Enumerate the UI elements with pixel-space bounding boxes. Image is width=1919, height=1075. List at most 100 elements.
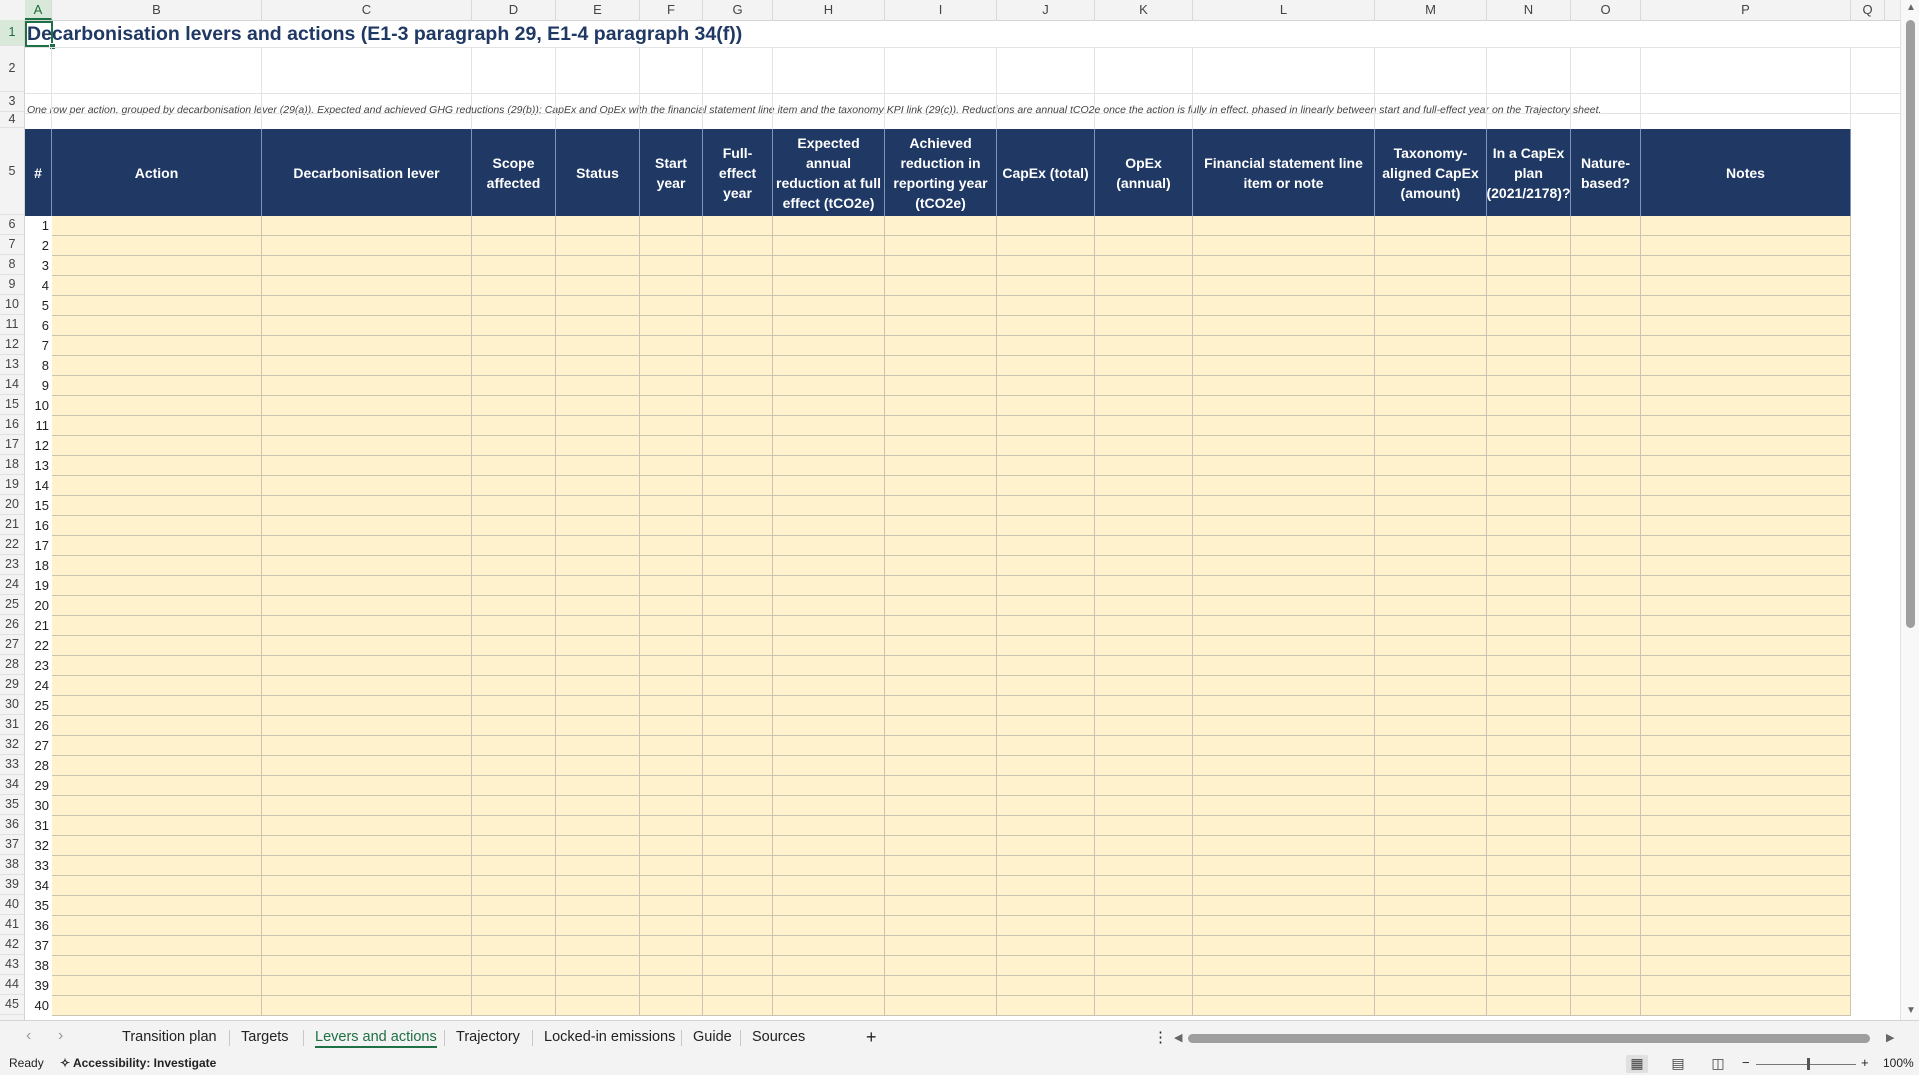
input-cell[interactable] xyxy=(640,756,703,776)
input-cell[interactable] xyxy=(52,356,262,376)
input-cell[interactable] xyxy=(773,936,885,956)
input-cell[interactable] xyxy=(1571,756,1641,776)
input-cell[interactable] xyxy=(472,856,556,876)
input-cell[interactable] xyxy=(1571,936,1641,956)
input-cell[interactable] xyxy=(1375,616,1487,636)
input-cell[interactable] xyxy=(1193,476,1375,496)
input-cell[interactable] xyxy=(1487,936,1571,956)
row-header[interactable]: 34 xyxy=(0,775,24,795)
input-cell[interactable] xyxy=(1193,796,1375,816)
input-cell[interactable] xyxy=(885,496,997,516)
input-cell[interactable] xyxy=(703,876,773,896)
input-cell[interactable] xyxy=(52,716,262,736)
input-cell[interactable] xyxy=(997,776,1095,796)
input-cell[interactable] xyxy=(640,796,703,816)
input-cell[interactable] xyxy=(52,536,262,556)
input-cell[interactable] xyxy=(262,216,472,236)
input-cell[interactable] xyxy=(472,456,556,476)
input-cell[interactable] xyxy=(1193,896,1375,916)
input-cell[interactable] xyxy=(472,776,556,796)
input-cell[interactable] xyxy=(1571,516,1641,536)
input-cell[interactable] xyxy=(262,476,472,496)
input-cell[interactable] xyxy=(640,936,703,956)
input-cell[interactable] xyxy=(885,316,997,336)
input-cell[interactable] xyxy=(1641,836,1851,856)
input-cell[interactable] xyxy=(556,896,640,916)
input-cell[interactable] xyxy=(472,556,556,576)
input-cell[interactable] xyxy=(640,356,703,376)
input-cell[interactable] xyxy=(703,836,773,856)
row-header[interactable]: 35 xyxy=(0,795,24,815)
input-cell[interactable] xyxy=(1193,816,1375,836)
input-cell[interactable] xyxy=(1487,636,1571,656)
input-cell[interactable] xyxy=(52,996,262,1016)
input-cell[interactable] xyxy=(1193,216,1375,236)
input-cell[interactable] xyxy=(556,716,640,736)
input-cell[interactable] xyxy=(52,456,262,476)
input-cell[interactable] xyxy=(640,276,703,296)
input-cell[interactable] xyxy=(1375,516,1487,536)
row-header[interactable]: 12 xyxy=(0,335,24,355)
input-cell[interactable] xyxy=(1641,596,1851,616)
input-cell[interactable] xyxy=(556,376,640,396)
input-cell[interactable] xyxy=(1095,416,1193,436)
input-cell[interactable] xyxy=(262,776,472,796)
input-cell[interactable] xyxy=(262,396,472,416)
input-cell[interactable] xyxy=(1095,496,1193,516)
tab-targets[interactable]: Targets xyxy=(231,1021,299,1054)
input-cell[interactable] xyxy=(262,996,472,1016)
input-cell[interactable] xyxy=(1487,536,1571,556)
input-cell[interactable] xyxy=(1641,356,1851,376)
input-cell[interactable] xyxy=(1095,996,1193,1016)
input-cell[interactable] xyxy=(1095,516,1193,536)
input-cell[interactable] xyxy=(556,516,640,536)
add-sheet-icon[interactable]: + xyxy=(856,1021,887,1054)
input-cell[interactable] xyxy=(472,396,556,416)
input-cell[interactable] xyxy=(703,236,773,256)
input-cell[interactable] xyxy=(640,656,703,676)
input-cell[interactable] xyxy=(640,896,703,916)
input-cell[interactable] xyxy=(640,236,703,256)
input-cell[interactable] xyxy=(1641,636,1851,656)
tab-sources[interactable]: Sources xyxy=(742,1021,815,1054)
input-cell[interactable] xyxy=(1095,916,1193,936)
input-cell[interactable] xyxy=(1193,256,1375,276)
input-cell[interactable] xyxy=(997,536,1095,556)
input-cell[interactable] xyxy=(1193,576,1375,596)
input-cell[interactable] xyxy=(640,956,703,976)
input-cell[interactable] xyxy=(472,296,556,316)
input-cell[interactable] xyxy=(997,236,1095,256)
input-cell[interactable] xyxy=(640,596,703,616)
input-cell[interactable] xyxy=(1095,236,1193,256)
input-cell[interactable] xyxy=(703,276,773,296)
input-cell[interactable] xyxy=(640,456,703,476)
input-cell[interactable] xyxy=(52,776,262,796)
input-cell[interactable] xyxy=(773,236,885,256)
input-cell[interactable] xyxy=(997,616,1095,636)
input-cell[interactable] xyxy=(885,756,997,776)
input-cell[interactable] xyxy=(262,236,472,256)
input-cell[interactable] xyxy=(52,676,262,696)
input-cell[interactable] xyxy=(885,796,997,816)
input-cell[interactable] xyxy=(1571,836,1641,856)
input-cell[interactable] xyxy=(997,676,1095,696)
input-cell[interactable] xyxy=(262,296,472,316)
input-cell[interactable] xyxy=(472,476,556,496)
input-cell[interactable] xyxy=(1375,776,1487,796)
input-cell[interactable] xyxy=(997,576,1095,596)
input-cell[interactable] xyxy=(1571,436,1641,456)
prev-sheet-icon[interactable]: ‹ xyxy=(26,1027,31,1045)
input-cell[interactable] xyxy=(556,436,640,456)
input-cell[interactable] xyxy=(262,316,472,336)
input-cell[interactable] xyxy=(262,816,472,836)
zoom-slider-knob[interactable] xyxy=(1807,1058,1810,1070)
input-cell[interactable] xyxy=(556,216,640,236)
input-cell[interactable] xyxy=(556,316,640,336)
input-cell[interactable] xyxy=(262,936,472,956)
input-cell[interactable] xyxy=(1487,256,1571,276)
scroll-left-icon[interactable]: ◀ xyxy=(1174,1031,1182,1044)
input-cell[interactable] xyxy=(472,616,556,636)
input-cell[interactable] xyxy=(262,876,472,896)
input-cell[interactable] xyxy=(556,396,640,416)
input-cell[interactable] xyxy=(1095,636,1193,656)
